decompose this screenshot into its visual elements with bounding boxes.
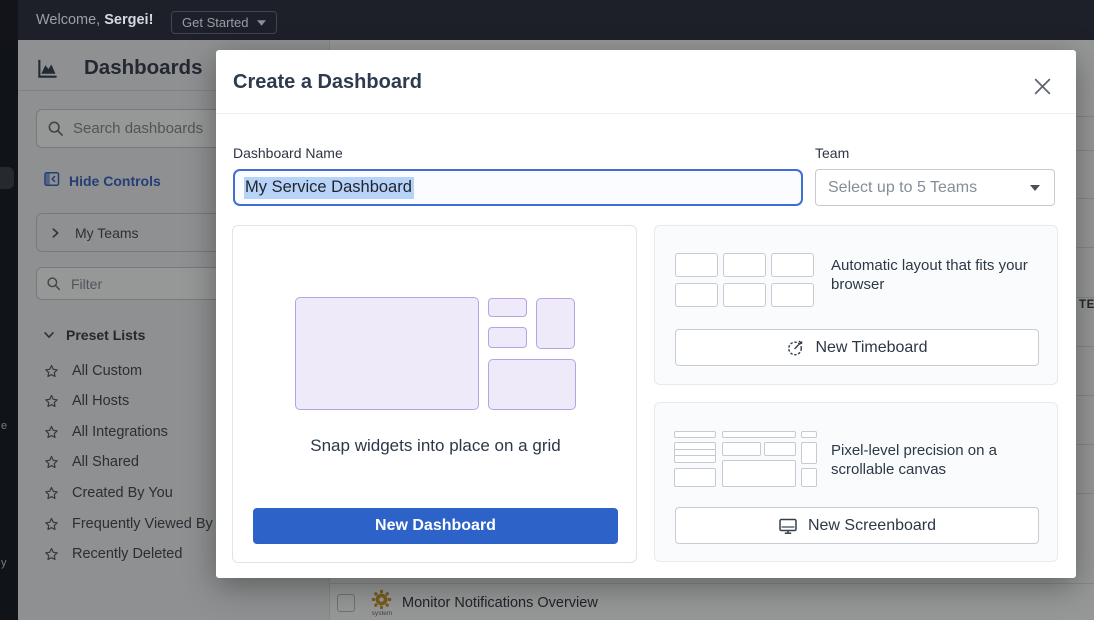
widget-placeholder [801, 468, 817, 487]
dashboard-name-input[interactable]: My Service Dashboard [233, 169, 803, 206]
timeboard-card: Automatic layout that fits your browser … [654, 225, 1058, 385]
dashboard-name-label: Dashboard Name [233, 145, 343, 161]
welcome-text: Welcome, Sergei! [36, 0, 153, 40]
welcome-username: Sergei! [104, 12, 153, 28]
screenboard-caption: Pixel-level precision on a scrollable ca… [831, 441, 1036, 479]
widget-placeholder [723, 253, 766, 277]
caret-down-icon [1030, 185, 1040, 191]
widget-placeholder [488, 327, 527, 348]
top-bar: Welcome, Sergei! Get Started [0, 0, 1094, 40]
widget-placeholder [722, 431, 796, 438]
nav-rail-top [0, 0, 18, 40]
new-dashboard-button[interactable]: New Dashboard [253, 508, 618, 544]
chevron-down-icon [257, 20, 266, 26]
new-timeboard-button[interactable]: New Timeboard [675, 329, 1039, 366]
widget-placeholder [801, 442, 817, 464]
app-window: Welcome, Sergei! Get Started e y Dashboa… [0, 0, 1094, 620]
close-button[interactable] [1031, 75, 1053, 97]
stopwatch-icon [786, 338, 805, 357]
dashboard-name-value: My Service Dashboard [244, 177, 414, 199]
widget-placeholder [488, 298, 527, 317]
widget-placeholder [771, 253, 814, 277]
timeboard-caption: Automatic layout that fits your browser [831, 256, 1049, 294]
get-started-label: Get Started [182, 15, 248, 30]
monitor-icon [778, 516, 798, 536]
widget-placeholder [675, 283, 718, 307]
widget-placeholder [536, 298, 575, 349]
team-select-placeholder: Select up to 5 Teams [828, 179, 977, 197]
new-screenboard-button[interactable]: New Screenboard [675, 507, 1039, 544]
grid-layout-illustration [295, 297, 576, 411]
widget-placeholder [295, 297, 479, 410]
new-screenboard-label: New Screenboard [808, 517, 936, 535]
grid-card-caption: Snap widgets into place on a grid [233, 436, 638, 456]
create-dashboard-modal: Create a Dashboard Dashboard Name Team M… [216, 50, 1076, 578]
widget-placeholder [771, 283, 814, 307]
screenboard-card: Pixel-level precision on a scrollable ca… [654, 402, 1058, 562]
widget-placeholder [674, 442, 716, 463]
welcome-prefix: Welcome, [36, 12, 100, 28]
close-icon [1033, 77, 1052, 96]
divider [216, 113, 1076, 114]
free-layout-illustration [674, 429, 817, 489]
auto-layout-illustration [675, 253, 815, 311]
widget-placeholder [675, 253, 718, 277]
grid-dashboard-card: Snap widgets into place on a grid New Da… [232, 225, 637, 563]
widget-placeholder [723, 283, 766, 307]
widget-placeholder [674, 431, 716, 438]
widget-placeholder [722, 460, 796, 487]
get-started-button[interactable]: Get Started [171, 11, 277, 34]
modal-title: Create a Dashboard [233, 71, 422, 94]
team-select[interactable]: Select up to 5 Teams [815, 169, 1055, 206]
new-dashboard-label: New Dashboard [375, 517, 496, 535]
new-timeboard-label: New Timeboard [815, 339, 927, 357]
widget-placeholder [488, 359, 576, 410]
widget-placeholder [722, 442, 761, 456]
widget-placeholder [801, 431, 817, 438]
widget-placeholder [674, 468, 716, 487]
widget-placeholder [764, 442, 796, 456]
team-label: Team [815, 145, 849, 161]
